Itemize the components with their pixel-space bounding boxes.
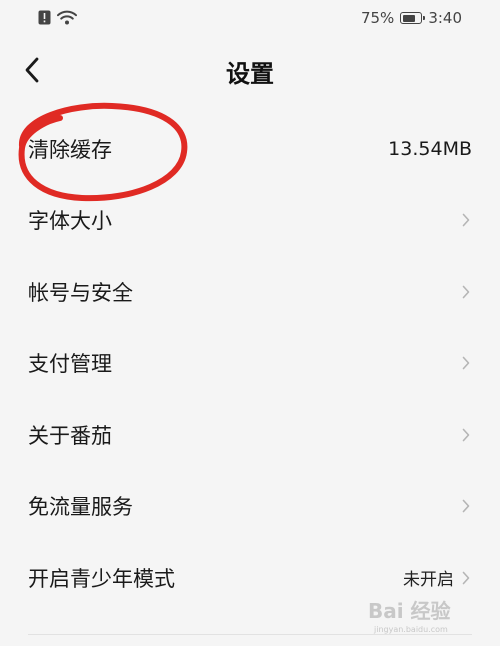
status-bar: 75% 3:40 — [0, 0, 500, 38]
settings-screen: 75% 3:40 设置 清除缓存 13.54MB 字体大小 帐号与安全 支付管理… — [0, 0, 500, 646]
setting-label: 清除缓存 — [28, 137, 112, 162]
chevron-right-icon — [460, 496, 472, 516]
watermark-url: jingyan.baidu.com — [373, 625, 448, 634]
setting-account-security[interactable]: 帐号与安全 — [0, 256, 500, 328]
alert-icon — [38, 10, 51, 25]
chevron-right-icon — [460, 210, 472, 230]
status-right: 75% 3:40 — [361, 9, 462, 27]
setting-label: 关于番茄 — [28, 423, 112, 448]
chevron-right-icon — [460, 282, 472, 302]
chevron-right-icon — [460, 353, 472, 373]
setting-clear-cache[interactable]: 清除缓存 13.54MB — [0, 113, 500, 185]
setting-label: 支付管理 — [28, 352, 112, 377]
battery-level — [402, 14, 415, 22]
list-divider — [28, 634, 472, 635]
status-left — [38, 10, 77, 25]
setting-font-size[interactable]: 字体大小 — [0, 185, 500, 257]
battery-icon — [400, 12, 426, 24]
battery-percent: 75% — [360, 9, 395, 27]
setting-payment[interactable]: 支付管理 — [0, 328, 500, 400]
chevron-right-icon — [460, 568, 472, 588]
chevron-right-icon — [460, 425, 472, 445]
setting-teen-mode[interactable]: 开启青少年模式 未开启 — [0, 542, 500, 614]
setting-free-data[interactable]: 免流量服务 — [0, 471, 500, 543]
setting-about[interactable]: 关于番茄 — [0, 399, 500, 471]
setting-label: 字体大小 — [28, 209, 112, 234]
wifi-icon — [57, 10, 77, 25]
teen-mode-status: 未开启 — [403, 570, 454, 591]
page-title: 设置 — [226, 60, 274, 88]
header: 设置 — [0, 40, 500, 100]
cache-size-value: 13.54MB — [388, 137, 472, 160]
setting-label: 免流量服务 — [28, 495, 133, 520]
settings-list: 清除缓存 13.54MB 字体大小 帐号与安全 支付管理 关于番茄 免流量服务 … — [0, 113, 500, 614]
setting-label: 帐号与安全 — [28, 280, 133, 305]
setting-label: 开启青少年模式 — [28, 566, 175, 591]
clock: 3:40 — [428, 9, 462, 27]
